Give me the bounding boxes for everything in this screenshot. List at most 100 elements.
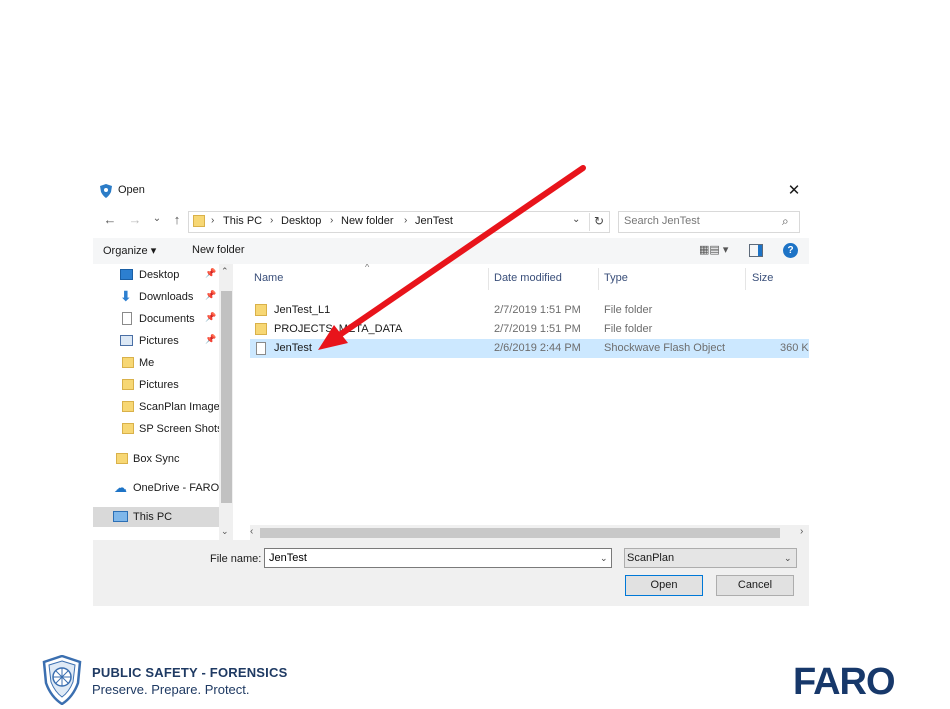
file-size: 360 KB <box>780 342 809 354</box>
up-arrow-icon[interactable]: ↑ <box>168 212 186 227</box>
refresh-icon[interactable]: ↻ <box>589 213 604 231</box>
cancel-button[interactable]: Cancel <box>716 575 794 596</box>
nav-item-pictures-folder[interactable]: Pictures <box>93 375 219 395</box>
file-type-filter-value: ScanPlan <box>627 552 675 564</box>
file-name-label: File name: <box>210 553 262 565</box>
pin-icon[interactable]: 📌 <box>205 312 216 323</box>
table-row[interactable]: PROJECTS_META_DATA 2/7/2019 1:51 PM File… <box>250 320 809 339</box>
faro-logo: FARO <box>793 661 896 703</box>
folder-icon <box>116 453 128 464</box>
desktop-icon <box>120 269 133 280</box>
onedrive-icon: ☁ <box>114 480 127 495</box>
forensics-shield-logo <box>42 655 82 705</box>
table-row[interactable]: JenTest_L1 2/7/2019 1:51 PM File folder <box>250 301 809 320</box>
nav-item-downloads[interactable]: ⬇ Downloads 📌 <box>93 287 219 307</box>
document-icon <box>122 312 132 325</box>
nav-item-label: Me <box>139 357 155 369</box>
folder-icon <box>122 401 134 412</box>
organize-button[interactable]: Organize ▾ <box>103 244 156 257</box>
column-divider[interactable] <box>745 268 746 290</box>
nav-item-onedrive[interactable]: ☁ OneDrive - FARO <box>93 478 219 498</box>
nav-item-me[interactable]: Me <box>93 353 219 373</box>
scroll-down-icon[interactable]: ⌄ <box>221 526 229 537</box>
pin-icon[interactable]: 📌 <box>205 268 216 279</box>
column-header-type[interactable]: Type <box>604 272 628 284</box>
close-icon[interactable]: ✕ <box>783 180 805 202</box>
nav-item-sp-screen-shots[interactable]: SP Screen Shots <box>93 419 219 439</box>
scroll-up-icon[interactable]: ⌃ <box>221 266 229 277</box>
open-button[interactable]: Open <box>625 575 703 596</box>
nav-item-pictures[interactable]: Pictures 📌 <box>93 331 219 351</box>
column-divider[interactable] <box>598 268 599 290</box>
file-type: File folder <box>604 304 653 316</box>
search-input[interactable]: Search JenTest ⌕ <box>618 211 800 233</box>
table-row[interactable]: JenTest 2/6/2019 2:44 PM Shockwave Flash… <box>250 339 809 358</box>
nav-item-desktop[interactable]: Desktop 📌 <box>93 265 219 285</box>
back-arrow-icon[interactable]: ← <box>101 212 119 227</box>
file-name: JenTest <box>274 342 312 354</box>
folder-icon <box>193 215 205 227</box>
pictures-icon <box>120 335 133 346</box>
file-name-input[interactable] <box>264 548 612 568</box>
file-type: Shockwave Flash Object <box>604 342 726 354</box>
file-type: File folder <box>604 323 653 335</box>
chevron-down-icon[interactable]: ⌄ <box>784 553 792 564</box>
pin-icon[interactable]: 📌 <box>205 334 216 345</box>
breadcrumb-separator-icon: › <box>211 215 215 226</box>
nav-item-this-pc[interactable]: This PC <box>93 507 219 527</box>
search-icon[interactable]: ⌕ <box>782 214 789 229</box>
scroll-left-icon[interactable]: ‹ <box>250 526 253 537</box>
breadcrumb-this-pc[interactable]: This PC <box>223 215 262 227</box>
download-icon: ⬇ <box>120 288 132 304</box>
file-icon <box>256 342 266 355</box>
forward-arrow-icon[interactable]: → <box>126 212 144 227</box>
chevron-down-icon[interactable]: ⌄ <box>572 214 580 225</box>
dialog-title: Open <box>118 184 145 196</box>
new-folder-button[interactable]: New folder <box>192 244 245 256</box>
nav-item-label: Documents <box>139 313 195 325</box>
folder-icon <box>122 423 134 434</box>
file-date: 2/7/2019 1:51 PM <box>494 304 581 316</box>
file-type-filter-select[interactable]: ScanPlan ⌄ <box>624 548 797 568</box>
nav-item-documents[interactable]: Documents 📌 <box>93 309 219 329</box>
preview-pane-icon[interactable] <box>749 244 763 257</box>
column-header-size[interactable]: Size <box>752 272 773 284</box>
breadcrumb-separator-icon: › <box>404 215 408 226</box>
nav-item-label: Pictures <box>139 335 179 347</box>
nav-item-box-sync[interactable]: Box Sync <box>93 449 219 469</box>
folder-icon <box>255 323 267 335</box>
chevron-down-icon[interactable]: ⌄ <box>600 553 608 564</box>
folder-icon <box>122 379 134 390</box>
column-header-date[interactable]: Date modified <box>494 272 562 284</box>
horizontal-scrollbar-thumb[interactable] <box>260 528 780 538</box>
breadcrumb-new-folder[interactable]: New folder <box>341 215 394 227</box>
brand-tagline: Preserve. Prepare. Protect. <box>92 682 250 697</box>
nav-scrollbar-thumb[interactable] <box>221 291 232 503</box>
horizontal-scrollbar[interactable]: ‹ › <box>250 525 809 540</box>
scroll-right-icon[interactable]: › <box>800 526 803 537</box>
app-shield-icon <box>100 184 112 198</box>
search-placeholder: Search JenTest <box>624 215 700 227</box>
navigation-pane: Desktop 📌 ⬇ Downloads 📌 Documents 📌 Pict… <box>93 264 233 540</box>
open-dialog: Open ✕ ← → ⌄ ↑ › This PC › Desktop › New… <box>93 176 809 606</box>
address-bar[interactable]: › This PC › Desktop › New folder › JenTe… <box>188 211 610 233</box>
nav-item-label: Pictures <box>139 379 179 391</box>
sort-ascending-icon: ^ <box>365 264 370 272</box>
breadcrumb-separator-icon: › <box>270 215 274 226</box>
pin-icon[interactable]: 📌 <box>205 290 216 301</box>
command-toolbar: Organize ▾ New folder ▦▤ ▾ ? <box>93 238 809 264</box>
nav-item-label: SP Screen Shots <box>139 423 219 435</box>
view-options-icon[interactable]: ▦▤ ▾ <box>699 243 728 256</box>
folder-icon <box>255 304 267 316</box>
column-divider[interactable] <box>488 268 489 290</box>
breadcrumb-desktop[interactable]: Desktop <box>281 215 321 227</box>
nav-item-label: This PC <box>133 511 173 523</box>
dialog-titlebar: Open ✕ <box>93 176 809 206</box>
breadcrumb-jentest[interactable]: JenTest <box>415 215 453 227</box>
column-header-name[interactable]: Name <box>254 272 283 284</box>
recent-locations-icon[interactable]: ⌄ <box>148 213 166 224</box>
nav-item-label: Desktop <box>139 269 180 281</box>
nav-item-scanplan-images[interactable]: ScanPlan Images <box>93 397 219 417</box>
dialog-footer: File name: ⌄ ScanPlan ⌄ Open Cancel <box>93 540 809 606</box>
help-icon[interactable]: ? <box>783 243 798 258</box>
